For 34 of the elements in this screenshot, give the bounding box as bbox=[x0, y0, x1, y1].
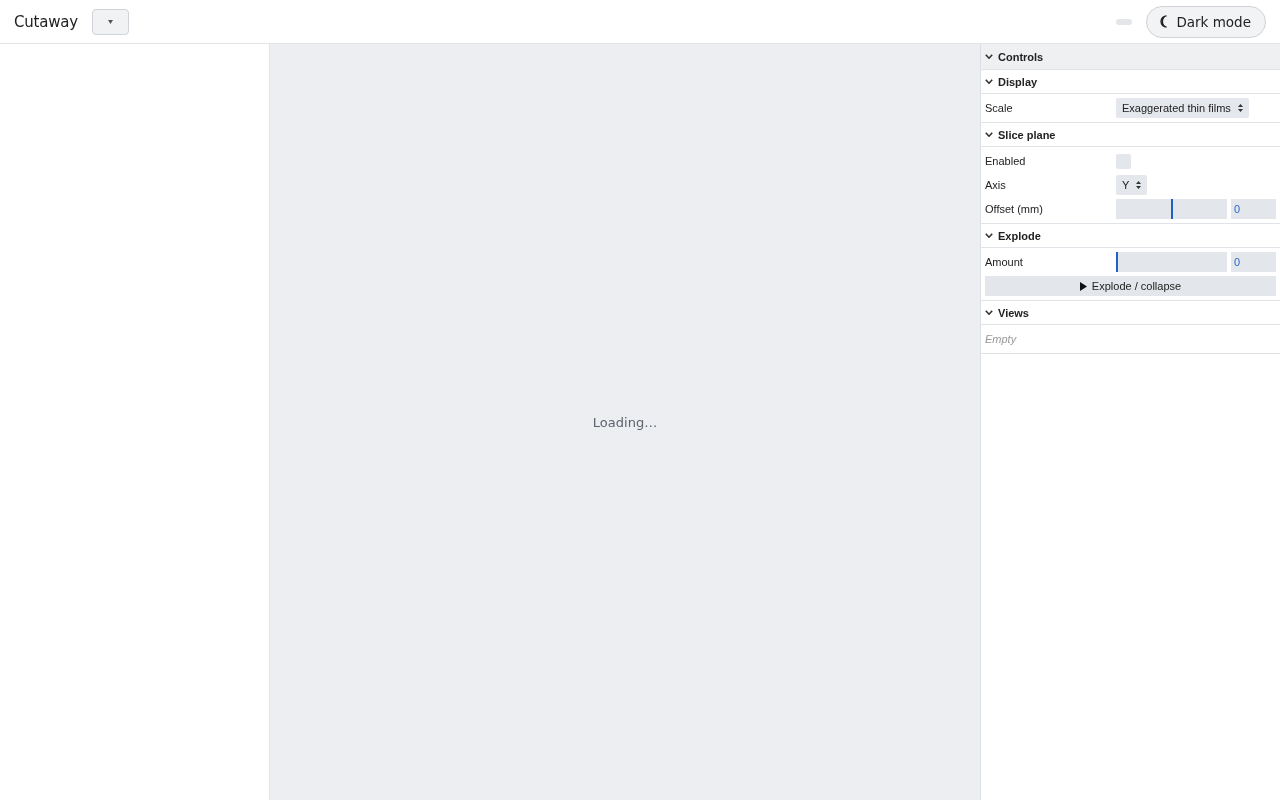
section-title[interactable]: Views bbox=[998, 306, 1029, 319]
section-title[interactable]: Explode bbox=[998, 229, 1041, 242]
up-down-caret-icon bbox=[1237, 104, 1243, 112]
field-label: Axis bbox=[985, 179, 1007, 191]
panel-title[interactable]: Controls bbox=[998, 50, 1044, 63]
checkbox[interactable] bbox=[1116, 153, 1131, 169]
moon-icon bbox=[1158, 15, 1169, 28]
slider-track[interactable] bbox=[1116, 252, 1227, 272]
chevron-down-icon[interactable] bbox=[985, 132, 993, 137]
dark-mode-button[interactable]: Dark mode bbox=[1146, 5, 1266, 38]
field-label: Enabled bbox=[985, 155, 1027, 167]
caret-down-icon bbox=[108, 19, 113, 24]
section-title[interactable]: Slice plane bbox=[998, 128, 1056, 141]
dropdown[interactable]: Y bbox=[1116, 175, 1148, 195]
number-field[interactable]: 0 bbox=[1231, 252, 1276, 272]
chevron-down-icon[interactable] bbox=[985, 233, 993, 238]
number-field[interactable]: 0 bbox=[1231, 199, 1276, 219]
chevron-down-icon[interactable] bbox=[985, 79, 993, 84]
pill-icon bbox=[1116, 18, 1133, 25]
slider-track[interactable] bbox=[1116, 199, 1227, 219]
explode-collapse-button[interactable]: Explode / collapse bbox=[985, 276, 1276, 296]
up-down-caret-icon bbox=[1136, 181, 1142, 189]
field-label: Amount bbox=[985, 256, 1024, 268]
loading-text: Loading… bbox=[592, 414, 658, 430]
slider-thumb[interactable] bbox=[1170, 199, 1173, 219]
chevron-down-icon[interactable] bbox=[985, 310, 993, 315]
section-title[interactable]: Display bbox=[998, 75, 1038, 88]
chevron-down-icon[interactable] bbox=[985, 54, 993, 59]
empty-text: Empty bbox=[985, 333, 1017, 345]
field-label: Offset (mm) bbox=[985, 203, 1044, 215]
field-label: Scale bbox=[985, 102, 1014, 114]
dropdown[interactable]: Exaggerated thin films bbox=[1116, 98, 1249, 118]
play-icon bbox=[1079, 281, 1087, 291]
app-title: Cutaway bbox=[14, 12, 78, 31]
